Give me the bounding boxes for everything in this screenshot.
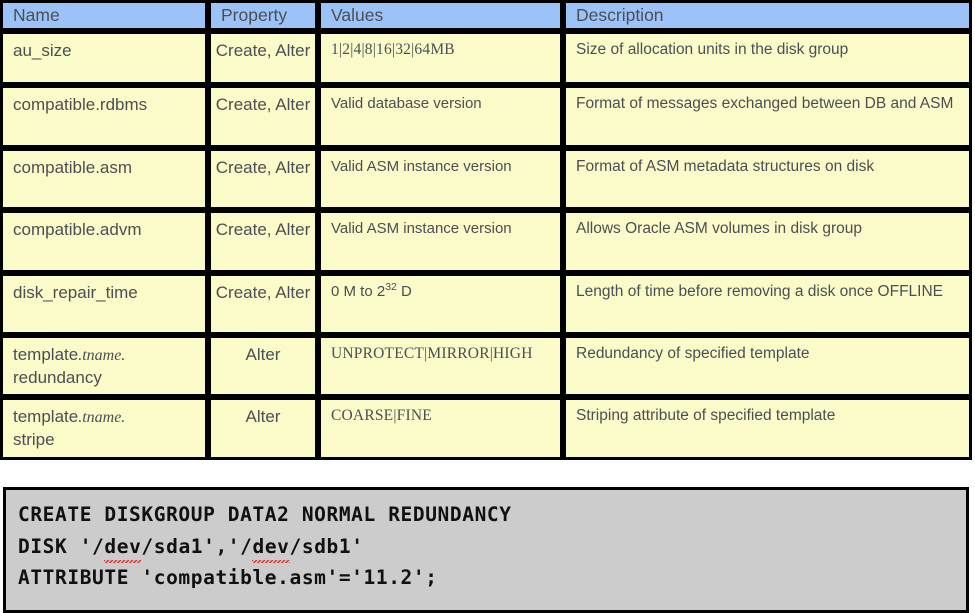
- table-header-row: Name Property Values Description: [0, 0, 972, 32]
- cell-property: Create, Alter: [208, 148, 318, 211]
- values-prefix: 0 M to 2: [331, 283, 386, 301]
- cell-values: Valid database version: [318, 85, 563, 149]
- cell-description: Size of allocation units in the disk gro…: [563, 31, 972, 86]
- cell-property: Alter: [208, 335, 318, 398]
- table-row: compatible.advm Create, Alter Valid ASM …: [0, 210, 972, 274]
- values-superscript: 32: [385, 281, 397, 294]
- cell-description: Format of ASM metadata structures on dis…: [563, 148, 972, 211]
- table-row: template.tname. stripe Alter COARSE|FINE …: [0, 397, 972, 460]
- table-body: au_size Create, Alter 1|2|4|8|16|32|64MB…: [0, 31, 972, 460]
- cell-description: Allows Oracle ASM volumes in disk group: [563, 210, 972, 274]
- name-suffix: redundancy: [13, 367, 102, 387]
- code-line-1: CREATE DISKGROUP DATA2 NORMAL REDUNDANCY: [18, 503, 512, 526]
- cell-values: 1|2|4|8|16|32|64MB: [318, 31, 563, 86]
- sql-code-block: CREATE DISKGROUP DATA2 NORMAL REDUNDANCY…: [3, 487, 969, 613]
- table-row: au_size Create, Alter 1|2|4|8|16|32|64MB…: [0, 31, 972, 86]
- table-header: Name Property Values Description: [0, 0, 972, 32]
- cell-attribute-name: template.tname. stripe: [0, 397, 208, 460]
- code-text-segment: /sdb1': [289, 534, 364, 558]
- disk-group-attributes-table: Name Property Values Description au_size…: [0, 0, 972, 460]
- cell-attribute-name: compatible.advm: [0, 210, 208, 274]
- code-line-2: DISK '/dev/sda1','/dev/sdb1': [18, 531, 966, 563]
- cell-attribute-name: template.tname. redundancy: [0, 335, 208, 398]
- cell-values: Valid ASM instance version: [318, 148, 563, 211]
- cell-attribute-name: disk_repair_time: [0, 273, 208, 336]
- cell-attribute-name: au_size: [0, 31, 208, 86]
- cell-values: COARSE|FINE: [318, 397, 563, 460]
- code-text-segment: /sda1','/: [141, 534, 253, 558]
- table-row: compatible.asm Create, Alter Valid ASM i…: [0, 148, 972, 211]
- column-header-property: Property: [208, 0, 318, 32]
- cell-description: Length of time before removing a disk on…: [563, 273, 972, 336]
- column-header-values: Values: [318, 0, 563, 32]
- cell-property: Create, Alter: [208, 210, 318, 274]
- values-suffix: D: [396, 283, 412, 301]
- name-prefix: template: [13, 345, 79, 365]
- code-text-segment: DISK '/: [18, 534, 105, 558]
- cell-property: Create, Alter: [208, 31, 318, 86]
- cell-property: Create, Alter: [208, 273, 318, 336]
- table-row: disk_repair_time Create, Alter 0 M to 23…: [0, 273, 972, 336]
- cell-description: Format of messages exchanged between DB …: [563, 85, 972, 149]
- spellcheck-underline-dev-2: dev: [252, 531, 290, 563]
- cell-property: Alter: [208, 397, 318, 460]
- cell-values: UNPROTECT|MIRROR|HIGH: [318, 335, 563, 398]
- cell-property: Create, Alter: [208, 85, 318, 149]
- cell-description: Striping attribute of specified template: [563, 397, 972, 460]
- document-page: Name Property Values Description au_size…: [0, 0, 975, 613]
- cell-values: 0 M to 232 D: [318, 273, 563, 336]
- cell-attribute-name: compatible.rdbms: [0, 85, 208, 149]
- column-header-description: Description: [563, 0, 972, 32]
- column-header-name: Name: [0, 0, 208, 32]
- spellcheck-underline-dev-1: dev: [104, 531, 142, 563]
- cell-attribute-name: compatible.asm: [0, 148, 208, 211]
- name-suffix: stripe: [13, 429, 55, 449]
- table-row: compatible.rdbms Create, Alter Valid dat…: [0, 85, 972, 149]
- code-line-3: ATTRIBUTE 'compatible.asm'='11.2';: [18, 566, 438, 590]
- name-italic-placeholder: .tname.: [78, 409, 126, 427]
- cell-description: Redundancy of specified template: [563, 335, 972, 398]
- name-prefix: template: [13, 407, 79, 427]
- cell-values: Valid ASM instance version: [318, 210, 563, 274]
- name-italic-placeholder: .tname.: [78, 347, 126, 365]
- table-row: template.tname. redundancy Alter UNPROTEC…: [0, 335, 972, 398]
